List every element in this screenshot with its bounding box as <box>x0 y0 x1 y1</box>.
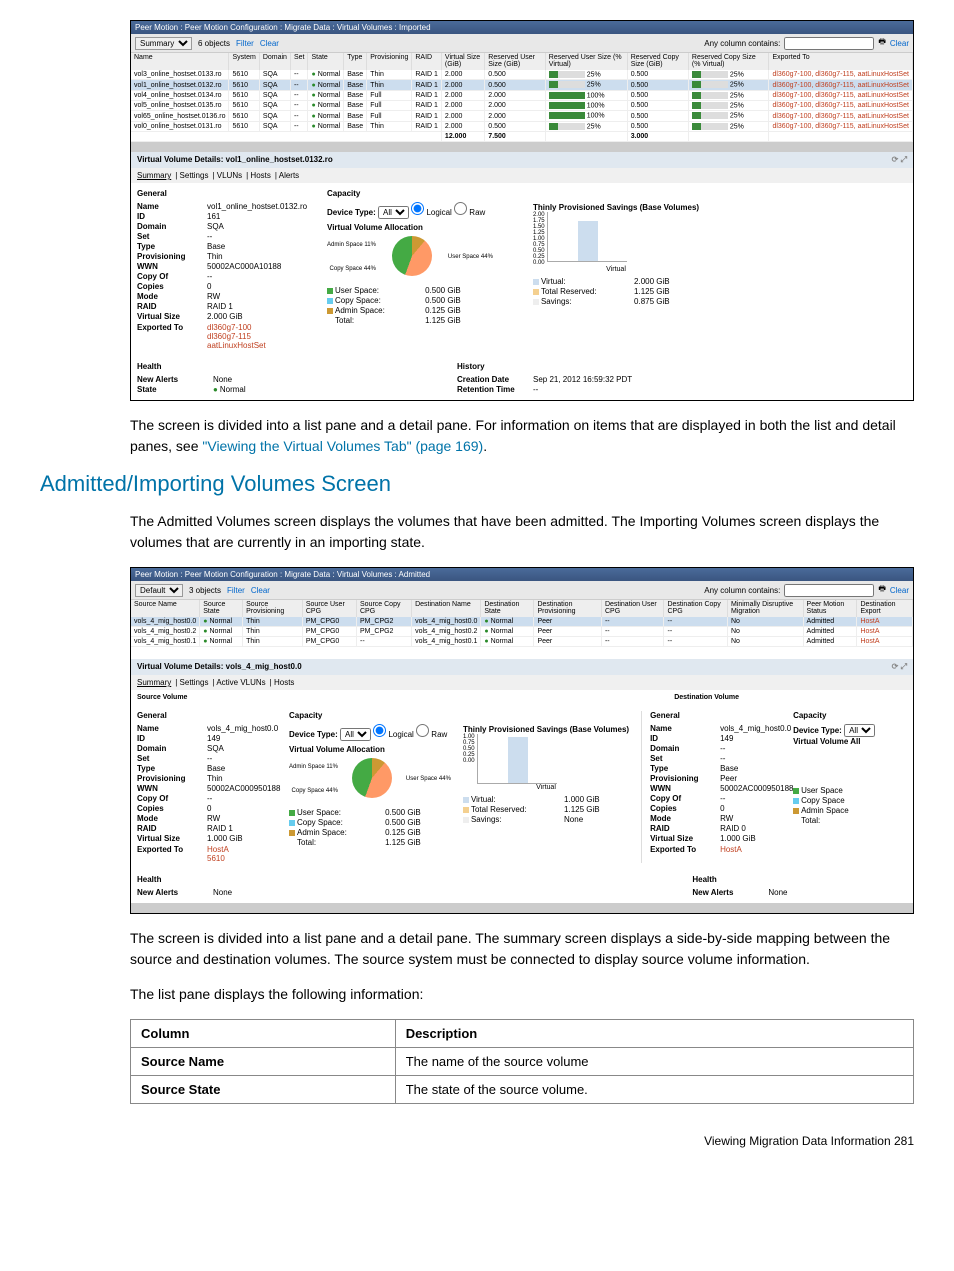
detail-header: Virtual Volume Details: vol1_online_host… <box>131 152 913 168</box>
anycol-input-2[interactable] <box>784 584 874 597</box>
anycol-label: Any column contains: <box>704 39 780 48</box>
allocation-pie-2 <box>342 754 402 804</box>
table-row[interactable]: vol3_online_hostset.0133.ro5610SQA--Norm… <box>131 70 913 80</box>
expand-icon[interactable]: ⤢ <box>901 155 907 164</box>
body-para-2: The Admitted Volumes screen displays the… <box>130 511 914 553</box>
column-desc-table: ColumnDescription Source NameThe name of… <box>130 1019 914 1104</box>
filter-link[interactable]: Filter <box>236 39 254 48</box>
view-select[interactable]: Summary <box>135 37 192 50</box>
raw-radio[interactable] <box>454 202 467 215</box>
toolbar-2: Default 3 objects Filter Clear Any colum… <box>131 581 913 600</box>
devtype-select[interactable]: All <box>378 206 409 219</box>
savings-bar-2 <box>477 734 557 784</box>
page-footer: Viewing Migration Data Information 281 <box>40 1134 914 1148</box>
tab-settings[interactable]: Settings <box>180 171 209 180</box>
detail-header-2: Virtual Volume Details: vols_4_mig_host0… <box>131 659 913 675</box>
allocation-pie <box>382 232 442 282</box>
tab-alerts[interactable]: Alerts <box>279 171 299 180</box>
admitted-table: Source NameSource StateSource Provisioni… <box>131 600 913 647</box>
body-para-3: The screen is divided into a list pane a… <box>130 928 914 970</box>
admitted-screenshot: Peer Motion : Peer Motion Configuration … <box>130 567 914 914</box>
table-row[interactable]: vols_4_mig_host0.1NormalThinPM_CPG0--vol… <box>131 637 913 647</box>
tab-summary[interactable]: Summary <box>137 171 171 180</box>
logical-radio[interactable] <box>411 202 424 215</box>
clear-link[interactable]: Clear <box>260 39 279 48</box>
table-row[interactable]: vol0_online_hostset.0131.ro5610SQA--Norm… <box>131 121 913 131</box>
vv-tab-link[interactable]: "Viewing the Virtual Volumes Tab" (page … <box>202 438 483 454</box>
window-title: Peer Motion : Peer Motion Configuration … <box>131 21 913 34</box>
table-row[interactable]: vol4_online_hostset.0134.ro5610SQA--Norm… <box>131 90 913 100</box>
toolbar: Summary 6 objects Filter Clear Any colum… <box>131 34 913 53</box>
table-row[interactable]: vol5_online_hostset.0135.ro5610SQA--Norm… <box>131 101 913 111</box>
savings-bar <box>547 212 627 262</box>
detail-tabs: Summary| Settings| VLUNs| Hosts| Alerts <box>131 168 913 183</box>
refresh-icon[interactable]: ⟳ <box>892 662 899 671</box>
view-select-2[interactable]: Default <box>135 584 183 597</box>
expand-icon[interactable]: ⤢ <box>901 662 907 671</box>
volumes-table: NameSystem DomainSet StateType Provision… <box>131 53 913 142</box>
table-row[interactable]: vol65_online_hostset.0136.ro5610SQA--Nor… <box>131 111 913 121</box>
table-row[interactable]: vols_4_mig_host0.2NormalThinPM_CPG0PM_CP… <box>131 627 913 637</box>
section-heading: Admitted/Importing Volumes Screen <box>40 471 914 497</box>
tab-hosts[interactable]: Hosts <box>250 171 270 180</box>
clear2-link[interactable]: Clear <box>890 39 909 48</box>
table-row[interactable]: vols_4_mig_host0.0NormalThinPM_CPG0PM_CP… <box>131 617 913 627</box>
print-icon[interactable]: 🖶 <box>878 36 886 50</box>
refresh-icon[interactable]: ⟳ <box>892 155 899 164</box>
table-row[interactable]: vol1_online_hostset.0132.ro5610SQA--Norm… <box>131 80 913 90</box>
print-icon[interactable]: 🖶 <box>878 583 886 597</box>
object-count: 6 objects <box>198 39 230 48</box>
anycol-input[interactable] <box>784 37 874 50</box>
body-para-4: The list pane displays the following inf… <box>130 984 914 1005</box>
tab-vluns[interactable]: VLUNs <box>217 171 242 180</box>
window-title-2: Peer Motion : Peer Motion Configuration … <box>131 568 913 581</box>
body-para-1: The screen is divided into a list pane a… <box>130 415 914 457</box>
imported-screenshot: Peer Motion : Peer Motion Configuration … <box>130 20 914 401</box>
